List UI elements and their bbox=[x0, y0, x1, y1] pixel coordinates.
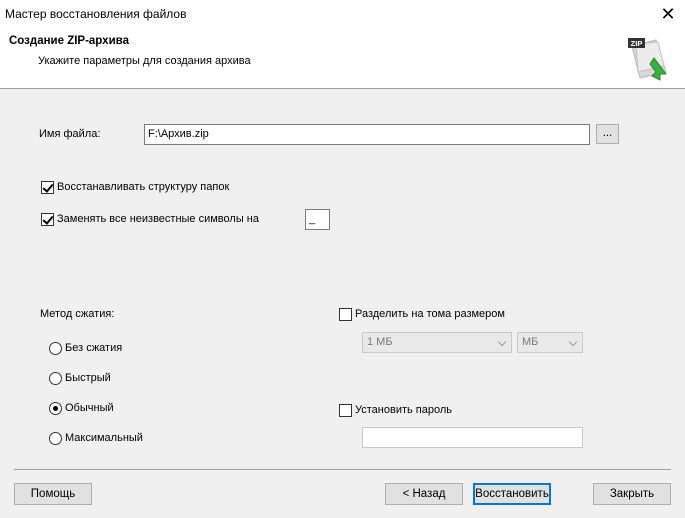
filename-label: Имя файла: bbox=[39, 128, 101, 140]
radio-maximum-label: Максимальный bbox=[65, 432, 143, 444]
browse-button[interactable]: ... bbox=[596, 124, 619, 144]
radio-no-compression[interactable] bbox=[49, 342, 62, 355]
volume-unit-select[interactable]: МБ bbox=[517, 332, 583, 353]
split-volumes-label: Разделить на тома размером bbox=[355, 308, 505, 320]
radio-no-compression-label: Без сжатия bbox=[65, 342, 123, 354]
page-title: Создание ZIP-архива bbox=[9, 35, 129, 47]
restore-button[interactable]: Восстановить bbox=[473, 483, 551, 505]
replace-unknown-checkbox[interactable] bbox=[41, 213, 54, 226]
set-password-checkbox[interactable] bbox=[339, 404, 352, 417]
password-input[interactable] bbox=[362, 427, 583, 448]
set-password-label: Установить пароль bbox=[355, 404, 453, 416]
volume-size-value: 1 МБ bbox=[367, 336, 393, 348]
close-button[interactable]: Закрыть bbox=[593, 483, 671, 505]
restore-structure-checkbox[interactable] bbox=[41, 181, 54, 194]
restore-structure-label: Восстанавливать структуру папок bbox=[57, 181, 230, 193]
chevron-down-icon bbox=[497, 337, 507, 347]
close-window-button[interactable]: ✕ bbox=[656, 3, 680, 25]
footer-separator bbox=[14, 469, 671, 470]
replace-char-input[interactable]: _ bbox=[305, 209, 330, 230]
volume-unit-value: МБ bbox=[522, 336, 539, 348]
page-subtitle: Укажите параметры для создания архива bbox=[38, 55, 251, 67]
chevron-down-icon bbox=[568, 337, 578, 347]
window-title: Мастер восстановления файлов bbox=[5, 7, 187, 21]
filename-input[interactable]: F:\Архив.zip bbox=[144, 124, 590, 145]
radio-fast[interactable] bbox=[49, 372, 62, 385]
back-button[interactable]: < Назад bbox=[385, 483, 463, 505]
radio-fast-label: Быстрый bbox=[65, 372, 111, 384]
split-volumes-checkbox[interactable] bbox=[339, 308, 352, 321]
radio-normal-label: Обычный bbox=[65, 402, 114, 414]
help-button[interactable]: Помощь bbox=[14, 483, 92, 505]
compression-label: Метод сжатия: bbox=[40, 308, 115, 320]
volume-size-select[interactable]: 1 МБ bbox=[362, 332, 512, 353]
radio-normal[interactable] bbox=[49, 402, 62, 415]
svg-text:ZIP: ZIP bbox=[631, 39, 643, 48]
radio-maximum[interactable] bbox=[49, 432, 62, 445]
replace-unknown-label: Заменять все неизвестные символы на bbox=[57, 213, 259, 225]
zip-archive-icon: ZIP bbox=[626, 36, 672, 85]
